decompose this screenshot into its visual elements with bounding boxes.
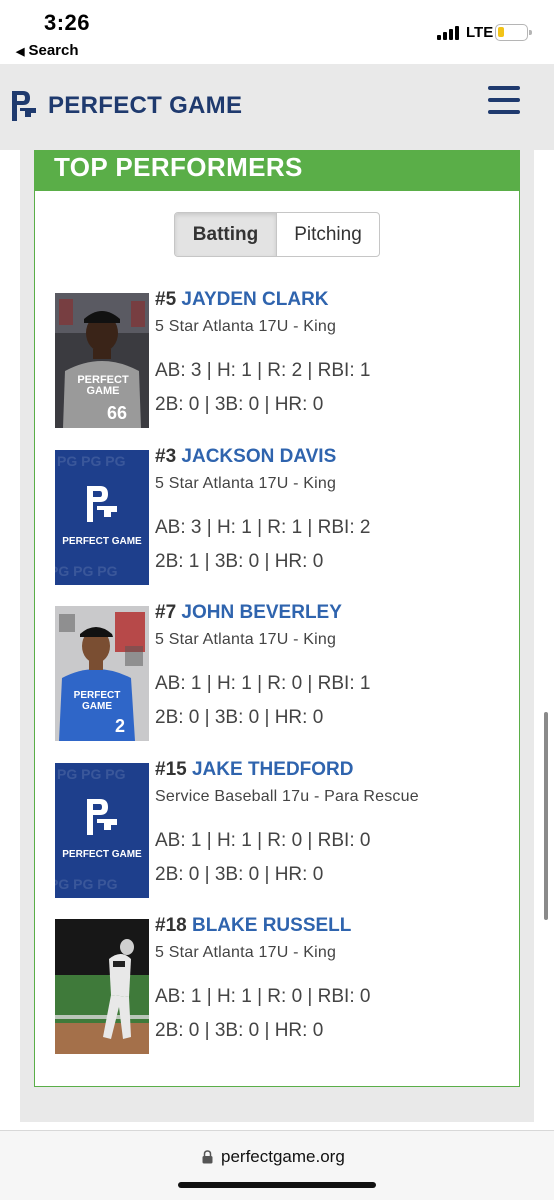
- player-row: PERFECT GAME 66 #5 JAYDEN CLARK 5 Star A…: [55, 289, 515, 429]
- player-name-link[interactable]: JACKSON DAVIS: [181, 446, 336, 467]
- player-team: 5 Star Atlanta 17U - King: [155, 318, 337, 335]
- player-name-line: #7 JOHN BEVERLEY: [155, 602, 342, 624]
- lock-icon: [202, 1150, 213, 1164]
- player-stats-line2: 2B: 0 | 3B: 0 | HR: 0: [155, 394, 324, 415]
- player-action-photo[interactable]: [55, 919, 149, 1054]
- player-stats-line2: 2B: 0 | 3B: 0 | HR: 0: [155, 707, 324, 728]
- placeholder-label: PERFECT GAME: [62, 536, 142, 547]
- jersey-text: PERFECT GAME: [73, 690, 121, 712]
- player-name-link[interactable]: JOHN BEVERLEY: [181, 602, 341, 623]
- player-team: 5 Star Atlanta 17U - King: [155, 944, 337, 961]
- svg-text:PG PG PG: PG PG PG: [57, 453, 126, 469]
- player-name-line: #3 JACKSON DAVIS: [155, 446, 336, 468]
- player-name-line: #5 JAYDEN CLARK: [155, 289, 329, 311]
- jersey-number: 66: [107, 403, 128, 423]
- player-team: Service Baseball 17u - Para Rescue: [155, 788, 419, 805]
- player-name-link[interactable]: BLAKE RUSSELL: [192, 915, 351, 936]
- scroll-indicator[interactable]: [544, 712, 548, 920]
- brand-name[interactable]: PERFECT GAME: [48, 92, 242, 120]
- player-stats-line2: 2B: 0 | 3B: 0 | HR: 0: [155, 864, 324, 885]
- player-name-line: #15 JAKE THEDFORD: [155, 759, 354, 781]
- tab-pitching[interactable]: Pitching: [277, 213, 379, 256]
- player-stats-line2: 2B: 1 | 3B: 0 | HR: 0: [155, 551, 324, 572]
- player-name-link[interactable]: JAKE THEDFORD: [192, 759, 354, 780]
- svg-text:PG PG PG: PG PG PG: [57, 766, 126, 782]
- player-team: 5 Star Atlanta 17U - King: [155, 475, 337, 492]
- cellular-signal-icon: [437, 26, 463, 40]
- player-number: #18: [155, 915, 187, 936]
- player-photo[interactable]: PERFECT GAME 66: [55, 293, 149, 428]
- stat-type-toggle: Batting Pitching: [174, 212, 380, 257]
- player-number: #15: [155, 759, 187, 780]
- home-indicator[interactable]: [178, 1182, 376, 1188]
- back-arrow-icon: ◀: [16, 46, 25, 58]
- player-name-line: #18 BLAKE RUSSELL: [155, 915, 351, 937]
- pg-placeholder-image[interactable]: PG PG PG PG PG PG PERFECT GAME: [55, 450, 149, 585]
- svg-text:PG PG PG: PG PG PG: [55, 876, 118, 892]
- player-team: 5 Star Atlanta 17U - King: [155, 631, 337, 648]
- pg-placeholder-image[interactable]: PG PG PG PG PG PG PERFECT GAME: [55, 763, 149, 898]
- player-row: PERFECT GAME 2 #7 JOHN BEVERLEY 5 Star A…: [55, 602, 515, 742]
- back-search-label: Search: [28, 42, 79, 59]
- player-number: #5: [155, 289, 177, 310]
- player-row: PG PG PG PG PG PG PERFECT GAME #3 JACKSO…: [55, 446, 515, 586]
- jersey-text: PERFECT GAME: [77, 374, 129, 397]
- placeholder-label: PERFECT GAME: [62, 849, 142, 860]
- url-text[interactable]: perfectgame.org: [221, 1147, 345, 1167]
- status-bar: 3:26 ◀ Search LTE: [0, 0, 554, 64]
- section-title: TOP PERFORMERS: [54, 152, 303, 182]
- player-name-link[interactable]: JAYDEN CLARK: [181, 289, 328, 310]
- player-stats-line1: AB: 3 | H: 1 | R: 2 | RBI: 1: [155, 360, 371, 381]
- player-stats-line1: AB: 1 | H: 1 | R: 0 | RBI: 0: [155, 986, 371, 1007]
- player-row: #18 BLAKE RUSSELL 5 Star Atlanta 17U - K…: [55, 915, 515, 1055]
- svg-text:PG PG PG: PG PG PG: [55, 563, 118, 579]
- player-number: #3: [155, 446, 177, 467]
- player-stats-line1: AB: 1 | H: 1 | R: 0 | RBI: 1: [155, 673, 371, 694]
- status-time: 3:26: [44, 10, 91, 35]
- pg-logo-icon[interactable]: [10, 89, 38, 123]
- jersey-number: 2: [115, 716, 126, 736]
- battery-icon: [495, 24, 532, 41]
- hamburger-menu-icon[interactable]: [488, 86, 520, 114]
- player-photo[interactable]: PERFECT GAME 2: [55, 606, 149, 741]
- player-stats-line1: AB: 1 | H: 1 | R: 0 | RBI: 0: [155, 830, 371, 851]
- tab-batting[interactable]: Batting: [175, 213, 277, 256]
- player-stats-line2: 2B: 0 | 3B: 0 | HR: 0: [155, 1020, 324, 1041]
- player-row: PG PG PG PG PG PG PERFECT GAME #15 JAKE …: [55, 759, 515, 899]
- back-to-search-button[interactable]: ◀ Search: [16, 42, 79, 59]
- player-stats-line1: AB: 3 | H: 1 | R: 1 | RBI: 2: [155, 517, 371, 538]
- network-type: LTE: [466, 24, 494, 41]
- section-title-bar: TOP PERFORMERS: [34, 150, 520, 191]
- player-number: #7: [155, 602, 177, 623]
